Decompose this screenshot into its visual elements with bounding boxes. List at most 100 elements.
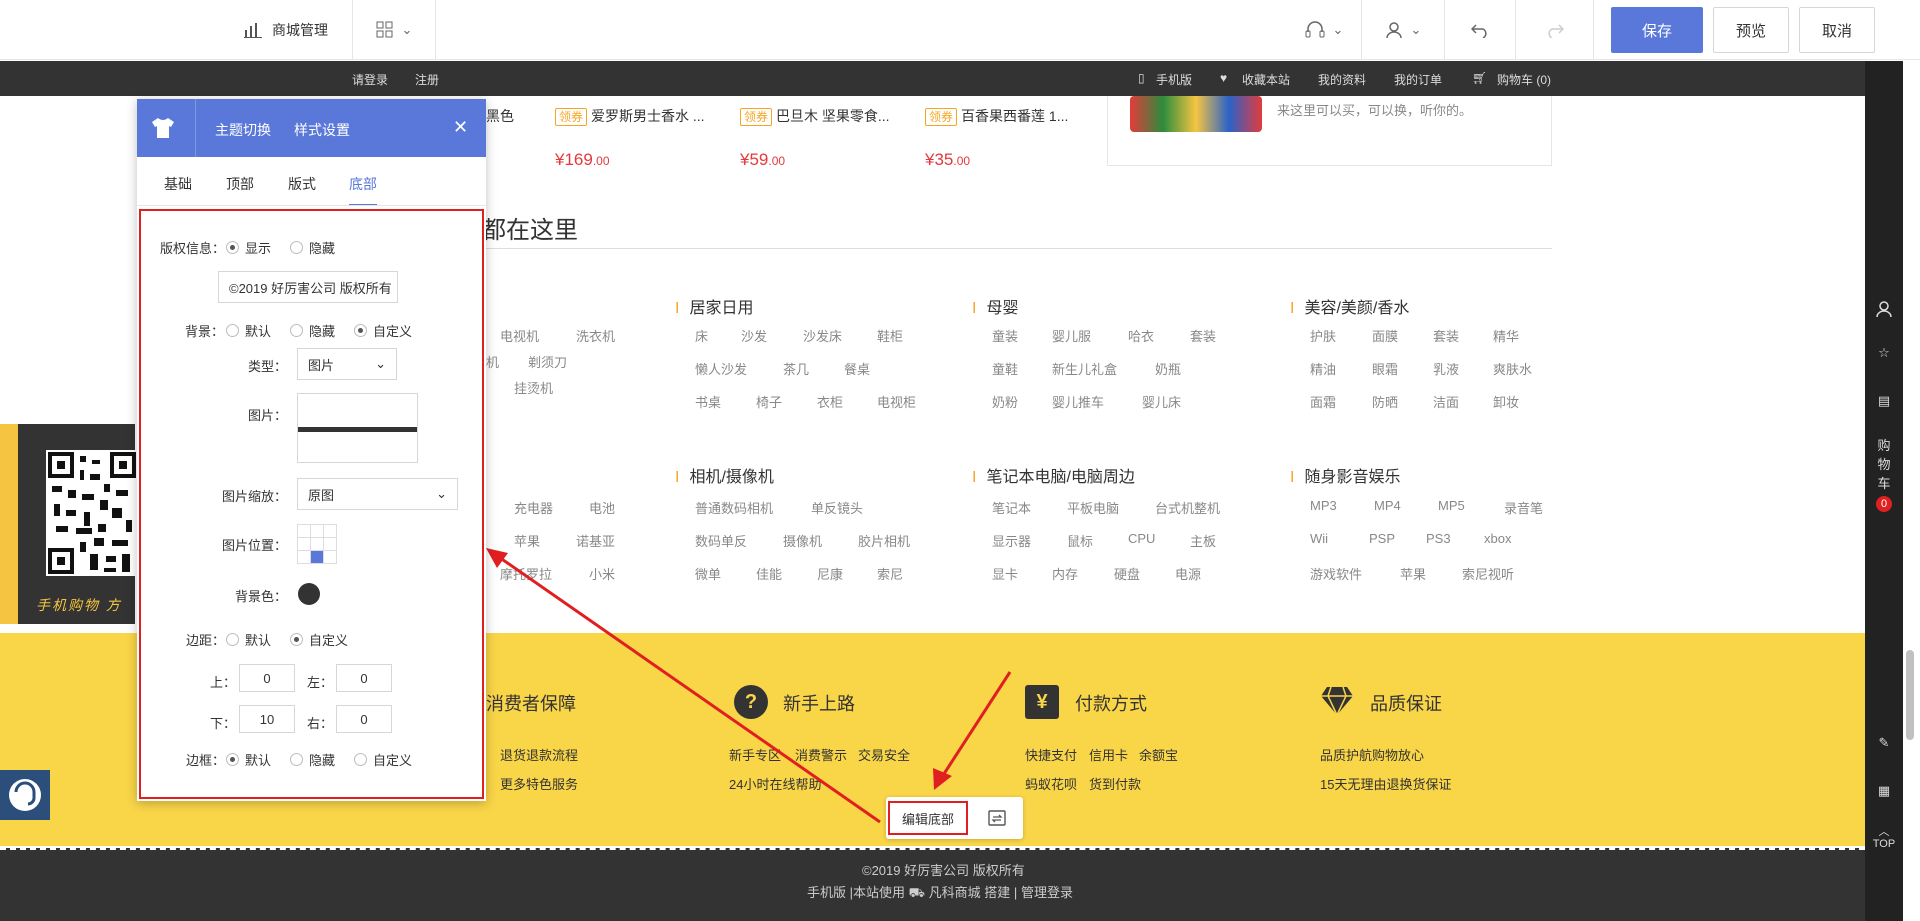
- category-link[interactable]: 洁面: [1433, 392, 1459, 411]
- category-link[interactable]: 乳液: [1433, 359, 1459, 378]
- chat-widget[interactable]: [0, 770, 50, 820]
- tab-theme-switch[interactable]: 主题切换: [215, 120, 271, 140]
- subtab-layout[interactable]: 版式: [288, 174, 316, 194]
- margin-right-input[interactable]: 0: [336, 705, 392, 733]
- copyright-input[interactable]: ©2019 好厉害公司 版权所有: [218, 271, 398, 303]
- category-link[interactable]: PS3: [1426, 531, 1451, 546]
- scrollbar-thumb[interactable]: [1906, 650, 1914, 740]
- category-link[interactable]: 摩托罗拉: [500, 564, 552, 583]
- category-link[interactable]: 防晒: [1372, 392, 1398, 411]
- feature-link[interactable]: 消费警示: [795, 745, 847, 764]
- category-link[interactable]: 诺基亚: [576, 531, 615, 550]
- category-link[interactable]: 索尼视听: [1462, 564, 1514, 583]
- category-link[interactable]: xbox: [1484, 531, 1511, 546]
- border-hide-radio[interactable]: 隐藏: [290, 750, 335, 769]
- category-link[interactable]: 电视机: [500, 326, 539, 345]
- category-link[interactable]: 护肤: [1310, 326, 1336, 345]
- category-link[interactable]: 尼康: [817, 564, 843, 583]
- category-link[interactable]: 小米: [589, 564, 615, 583]
- category-link[interactable]: 挂烫机: [514, 378, 553, 397]
- category-link[interactable]: 眼霜: [1372, 359, 1398, 378]
- category-link[interactable]: 精油: [1310, 359, 1336, 378]
- category-title[interactable]: I 笔记本电脑/电脑周边: [972, 463, 1135, 487]
- rail-star-icon[interactable]: ☆: [1865, 345, 1903, 361]
- apps-menu[interactable]: ⌄: [353, 0, 435, 60]
- category-link[interactable]: 数码单反: [695, 531, 747, 550]
- category-link[interactable]: 婴儿推车: [1052, 392, 1104, 411]
- subtab-basic[interactable]: 基础: [164, 174, 192, 194]
- category-link[interactable]: 摄像机: [783, 531, 822, 550]
- category-link[interactable]: 游戏软件: [1310, 564, 1362, 583]
- border-default-radio[interactable]: 默认: [226, 750, 271, 769]
- category-title[interactable]: I 美容/美颜/香水: [1290, 294, 1409, 318]
- rail-qrcode-icon[interactable]: ▦: [1865, 783, 1903, 799]
- category-link[interactable]: 椅子: [756, 392, 782, 411]
- type-select[interactable]: 图片 ⌄: [297, 348, 397, 380]
- rail-back-to-top[interactable]: ︿ TOP: [1865, 826, 1903, 850]
- cart-link[interactable]: 购物车 (0): [1497, 71, 1551, 88]
- product-title[interactable]: 领券 巴旦木 坚果零食...: [740, 106, 890, 126]
- cancel-button[interactable]: 取消: [1799, 7, 1875, 53]
- category-link[interactable]: 卸妆: [1493, 392, 1519, 411]
- category-link[interactable]: 面霜: [1310, 392, 1336, 411]
- redo-button[interactable]: [1516, 0, 1593, 60]
- mobile-link[interactable]: 手机版: [1156, 71, 1192, 88]
- category-link[interactable]: 衣柜: [817, 392, 843, 411]
- category-link[interactable]: 佳能: [756, 564, 782, 583]
- category-link[interactable]: 洗衣机: [576, 326, 615, 345]
- category-link[interactable]: 套装: [1190, 326, 1216, 345]
- category-link[interactable]: 床: [695, 326, 708, 345]
- feature-link[interactable]: 余额宝: [1139, 745, 1178, 764]
- category-title[interactable]: I 母婴: [972, 294, 1018, 318]
- category-link[interactable]: 充电器: [514, 498, 553, 517]
- category-link[interactable]: 鼠标: [1067, 531, 1093, 550]
- feature-link[interactable]: 蚂蚁花呗: [1025, 774, 1077, 793]
- orders-link[interactable]: 我的订单: [1394, 71, 1442, 88]
- user-menu[interactable]: ⌄: [1362, 0, 1444, 60]
- category-link[interactable]: 内存: [1052, 564, 1078, 583]
- border-custom-radio[interactable]: 自定义: [354, 750, 412, 769]
- category-link[interactable]: 婴儿服: [1052, 326, 1091, 345]
- favorite-link[interactable]: 收藏本站: [1242, 71, 1290, 88]
- copyright-hide-radio[interactable]: 隐藏: [290, 238, 335, 257]
- profile-link[interactable]: 我的资料: [1318, 71, 1366, 88]
- close-icon[interactable]: ✕: [453, 117, 468, 138]
- category-link[interactable]: PSP: [1369, 531, 1395, 546]
- category-link[interactable]: 套装: [1433, 326, 1459, 345]
- feature-link[interactable]: 快捷支付: [1025, 745, 1077, 764]
- product-title[interactable]: 领券 百香果西番莲 1...: [925, 106, 1068, 126]
- save-button[interactable]: 保存: [1611, 7, 1703, 53]
- category-link[interactable]: 新生儿礼盒: [1052, 359, 1117, 378]
- category-title[interactable]: I 随身影音娱乐: [1290, 463, 1400, 487]
- rail-edit-icon[interactable]: ✎: [1865, 735, 1903, 751]
- margin-left-input[interactable]: 0: [336, 664, 392, 692]
- tab-style-settings[interactable]: 样式设置: [294, 120, 350, 140]
- margin-top-input[interactable]: 0: [239, 664, 295, 692]
- footer-mobile-link[interactable]: 手机版: [807, 885, 846, 900]
- category-link[interactable]: 胶片相机: [858, 531, 910, 550]
- login-link[interactable]: 请登录: [352, 71, 388, 88]
- category-link[interactable]: 婴儿床: [1142, 392, 1181, 411]
- category-link[interactable]: 普通数码相机: [695, 498, 773, 517]
- product-title[interactable]: 黑色: [486, 106, 514, 126]
- customer-service-menu[interactable]: ⌄: [1294, 0, 1354, 60]
- category-link[interactable]: 精华: [1493, 326, 1519, 345]
- category-link[interactable]: 苹果: [1400, 564, 1426, 583]
- subtab-footer[interactable]: 底部: [349, 174, 377, 206]
- product-title[interactable]: 领券 爱罗斯男士香水 ...: [555, 106, 705, 126]
- image-upload[interactable]: [297, 393, 418, 463]
- category-link[interactable]: 主板: [1190, 531, 1216, 550]
- category-link[interactable]: 餐桌: [844, 359, 870, 378]
- category-link[interactable]: 奶瓶: [1155, 359, 1181, 378]
- undo-button[interactable]: [1445, 0, 1515, 60]
- feature-link[interactable]: 品质护航购物放心: [1320, 745, 1424, 764]
- category-link[interactable]: 电池: [589, 498, 615, 517]
- category-link[interactable]: 电视柜: [877, 392, 916, 411]
- feature-link[interactable]: 退货退款流程: [500, 745, 578, 764]
- rail-cart[interactable]: 购 物 车 0: [1865, 436, 1903, 512]
- bg-color-swatch[interactable]: [298, 583, 320, 605]
- feature-link[interactable]: 15天无理由退换货保证: [1320, 774, 1451, 793]
- category-link[interactable]: 显示器: [992, 531, 1031, 550]
- margin-default-radio[interactable]: 默认: [226, 630, 271, 649]
- category-link[interactable]: 沙发床: [803, 326, 842, 345]
